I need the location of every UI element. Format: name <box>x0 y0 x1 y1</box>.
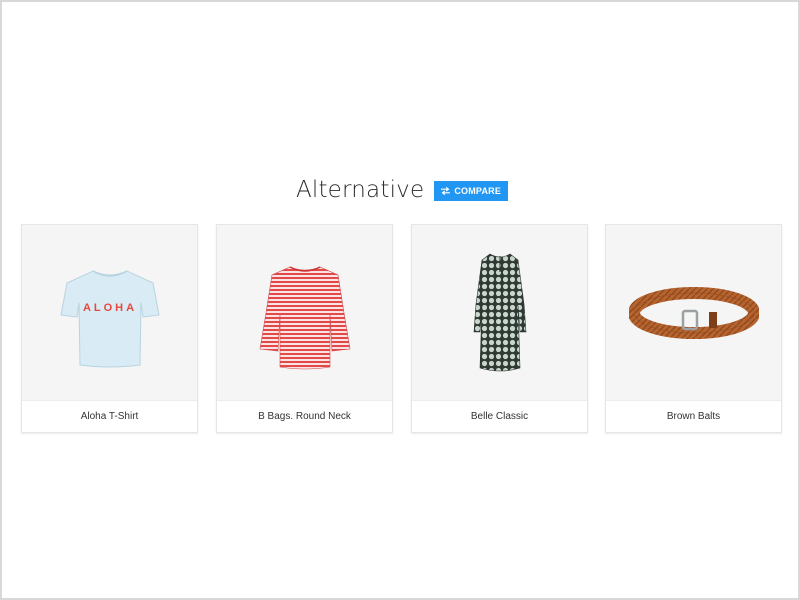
compare-label: COMPARE <box>454 186 502 196</box>
belt-image <box>628 286 759 339</box>
product-name[interactable]: Belle Classic <box>412 400 587 432</box>
product-image-container[interactable]: ALOHA <box>22 225 197 400</box>
section-title: Alternative <box>295 177 425 203</box>
compare-arrows-icon <box>441 187 451 195</box>
product-name[interactable]: B Bags. Round Neck <box>217 400 392 432</box>
product-card-b-bags-round-neck[interactable]: B Bags. Round Neck <box>216 224 393 433</box>
product-card-aloha-t-shirt[interactable]: ALOHA Aloha T-Shirt <box>21 224 198 433</box>
page-frame: Alternative COMPARE ALOHA Aloha T-Shirt <box>0 0 800 600</box>
section-header: Alternative COMPARE <box>2 174 800 206</box>
product-card-brown-balts[interactable]: Brown Balts <box>605 224 782 433</box>
t-shirt-image: ALOHA <box>59 269 160 367</box>
product-image-container[interactable] <box>412 225 587 400</box>
t-shirt-print: ALOHA <box>82 302 136 314</box>
product-image-container[interactable] <box>217 225 392 400</box>
product-image-container[interactable] <box>606 225 781 400</box>
striped-top-image <box>259 265 350 369</box>
product-name[interactable]: Brown Balts <box>606 400 781 432</box>
product-card-belle-classic[interactable]: Belle Classic <box>411 224 588 433</box>
product-name[interactable]: Aloha T-Shirt <box>22 400 197 432</box>
compare-button[interactable]: COMPARE <box>434 181 509 201</box>
dress-image <box>473 253 526 371</box>
